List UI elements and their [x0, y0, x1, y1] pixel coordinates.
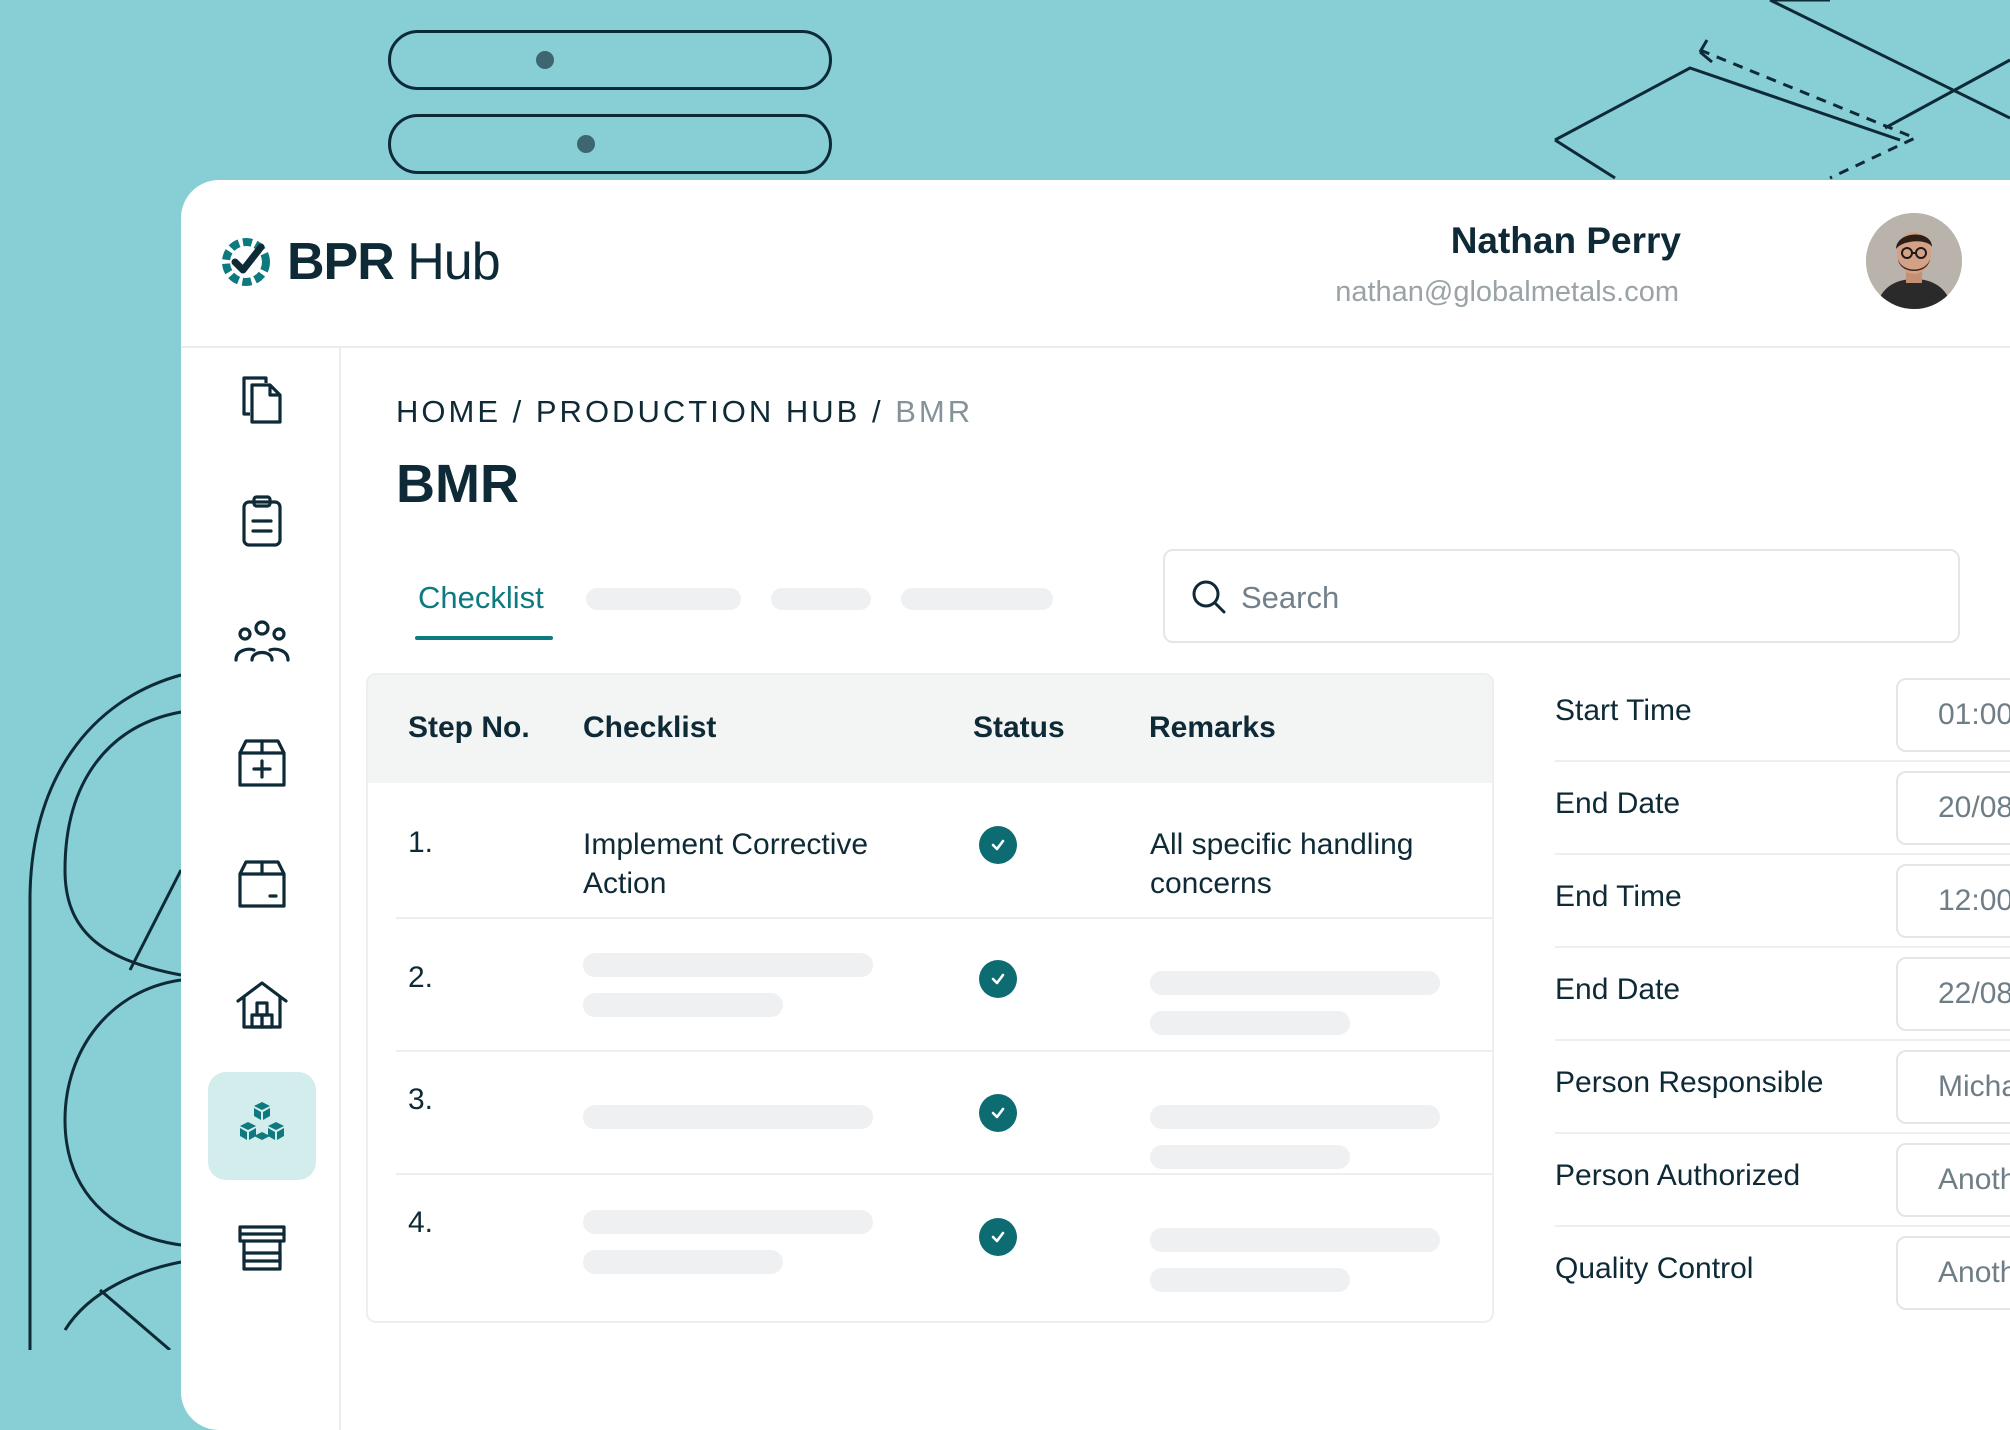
- breadcrumb-production-hub[interactable]: PRODUCTION HUB: [536, 394, 860, 429]
- documents-icon: [242, 376, 282, 424]
- active-tab-indicator: [415, 636, 553, 640]
- top-bar: BPR Hub Nathan Perry nathan@globalmetals…: [181, 180, 2010, 348]
- step-number: 4.: [408, 1206, 434, 1239]
- detail-label-person-responsible: Person Responsible: [1555, 1066, 1824, 1099]
- sidebar-item-store[interactable]: [208, 1193, 316, 1301]
- archive-box-icon: [238, 860, 286, 908]
- remarks-placeholder: [1150, 971, 1440, 995]
- column-header-step[interactable]: Step No.: [408, 711, 530, 745]
- checklist-placeholder: [583, 1210, 873, 1234]
- user-email: nathan@globalmetals.com: [1335, 276, 1679, 308]
- detail-value: Anoth: [1938, 1256, 2010, 1289]
- person-authorized-field[interactable]: Anoth: [1896, 1143, 2010, 1217]
- warehouse-icon: [236, 981, 288, 1029]
- search-input[interactable]: Search: [1163, 549, 1960, 643]
- breadcrumb-current: BMR: [895, 394, 974, 429]
- tab-placeholder[interactable]: [771, 588, 871, 610]
- sidebar-item-production-hub[interactable]: [208, 1072, 316, 1180]
- row-divider: [396, 1173, 1492, 1175]
- detail-value: Micha: [1938, 1070, 2010, 1103]
- remarks-placeholder: [1150, 1228, 1440, 1252]
- step-number: 2.: [408, 961, 434, 994]
- sidebar-item-team[interactable]: [208, 588, 316, 696]
- team-icon: [234, 620, 290, 662]
- sidebar-item-documents[interactable]: [208, 346, 316, 454]
- step-number: 1.: [408, 826, 434, 859]
- column-header-remarks[interactable]: Remarks: [1149, 711, 1276, 745]
- page-title: BMR: [396, 454, 519, 514]
- column-header-status[interactable]: Status: [973, 711, 1065, 745]
- search-placeholder: Search: [1241, 580, 1340, 615]
- detail-label-quality-control: Quality Control: [1555, 1252, 1754, 1285]
- tab-placeholder[interactable]: [901, 588, 1053, 610]
- checklist-table: Step No. Checklist Status Remarks 1. Imp…: [366, 673, 1494, 1323]
- add-package-icon: [238, 739, 286, 787]
- remarks-placeholder: [1150, 1145, 1350, 1169]
- status-complete-icon: [979, 826, 1017, 864]
- detail-label-start-time: Start Time: [1555, 694, 1692, 727]
- step-number: 3.: [408, 1083, 434, 1116]
- clipboard-icon: [242, 495, 282, 547]
- detail-divider: [1555, 760, 2010, 762]
- detail-value: 20/08: [1938, 791, 2010, 824]
- remarks-text: All specific handling concerns: [1150, 828, 1414, 900]
- end-time-field[interactable]: 12:00: [1896, 864, 2010, 938]
- row-divider: [396, 917, 1492, 919]
- sidebar-item-clipboard[interactable]: [208, 467, 316, 575]
- detail-value: 22/08: [1938, 977, 2010, 1010]
- status-complete-icon: [979, 1218, 1017, 1256]
- detail-divider: [1555, 1225, 2010, 1227]
- checklist-placeholder: [583, 953, 873, 977]
- table-header: Step No. Checklist Status Remarks: [368, 675, 1492, 783]
- gear-check-icon: [222, 238, 270, 286]
- remarks-placeholder: [1150, 1011, 1350, 1035]
- sidebar-item-add-package[interactable]: [208, 709, 316, 817]
- remarks-placeholder: [1150, 1105, 1440, 1129]
- decorative-pill: [388, 30, 832, 90]
- detail-value: 01:00: [1938, 698, 2010, 731]
- remarks-placeholder: [1150, 1268, 1350, 1292]
- breadcrumb-separator: /: [871, 394, 884, 429]
- detail-divider: [1555, 1132, 2010, 1134]
- checklist-placeholder: [583, 1250, 783, 1274]
- store-icon: [238, 1225, 286, 1271]
- sidebar-item-warehouse[interactable]: [208, 951, 316, 1059]
- detail-value: Anoth: [1938, 1163, 2010, 1196]
- person-responsible-field[interactable]: Micha: [1896, 1050, 2010, 1124]
- row-divider: [396, 1050, 1492, 1052]
- sidebar-item-archive[interactable]: [208, 830, 316, 938]
- detail-label-end-time: End Time: [1555, 880, 1682, 913]
- start-time-field[interactable]: 01:00: [1896, 678, 2010, 752]
- end-date-field[interactable]: 22/08: [1896, 957, 2010, 1031]
- logo[interactable]: BPR Hub: [217, 232, 501, 292]
- checklist-placeholder: [583, 993, 783, 1017]
- decorative-pill: [388, 114, 832, 174]
- logo-text: BPR Hub: [287, 233, 501, 291]
- avatar[interactable]: [1866, 213, 1962, 309]
- tab-checklist[interactable]: Checklist: [418, 580, 544, 616]
- breadcrumb-separator: /: [512, 394, 525, 429]
- sidebar: [181, 346, 341, 1430]
- checklist-placeholder: [583, 1105, 873, 1129]
- detail-divider: [1555, 946, 2010, 948]
- column-header-checklist[interactable]: Checklist: [583, 711, 716, 745]
- detail-label-person-authorized: Person Authorized: [1555, 1159, 1801, 1192]
- quality-control-field[interactable]: Anoth: [1896, 1236, 2010, 1310]
- user-name: Nathan Perry: [1450, 220, 1681, 261]
- breadcrumb-home[interactable]: HOME: [396, 394, 501, 429]
- detail-divider: [1555, 853, 2010, 855]
- detail-label-end-date: End Date: [1555, 973, 1681, 1006]
- detail-label-end-date: End Date: [1555, 787, 1681, 820]
- search-icon: [1192, 580, 1226, 614]
- detail-value: 12:00: [1938, 884, 2010, 917]
- status-complete-icon: [979, 1094, 1017, 1132]
- end-date-field[interactable]: 20/08: [1896, 771, 2010, 845]
- detail-divider: [1555, 1039, 2010, 1041]
- app-window: BPR Hub Nathan Perry nathan@globalmetals…: [181, 180, 2010, 1430]
- tab-placeholder[interactable]: [586, 588, 741, 610]
- checklist-text: Implement Corrective Action: [583, 828, 869, 900]
- status-complete-icon: [979, 960, 1017, 998]
- breadcrumb: HOME / PRODUCTION HUB / BMR: [396, 394, 973, 430]
- production-hub-icon: [240, 1102, 284, 1140]
